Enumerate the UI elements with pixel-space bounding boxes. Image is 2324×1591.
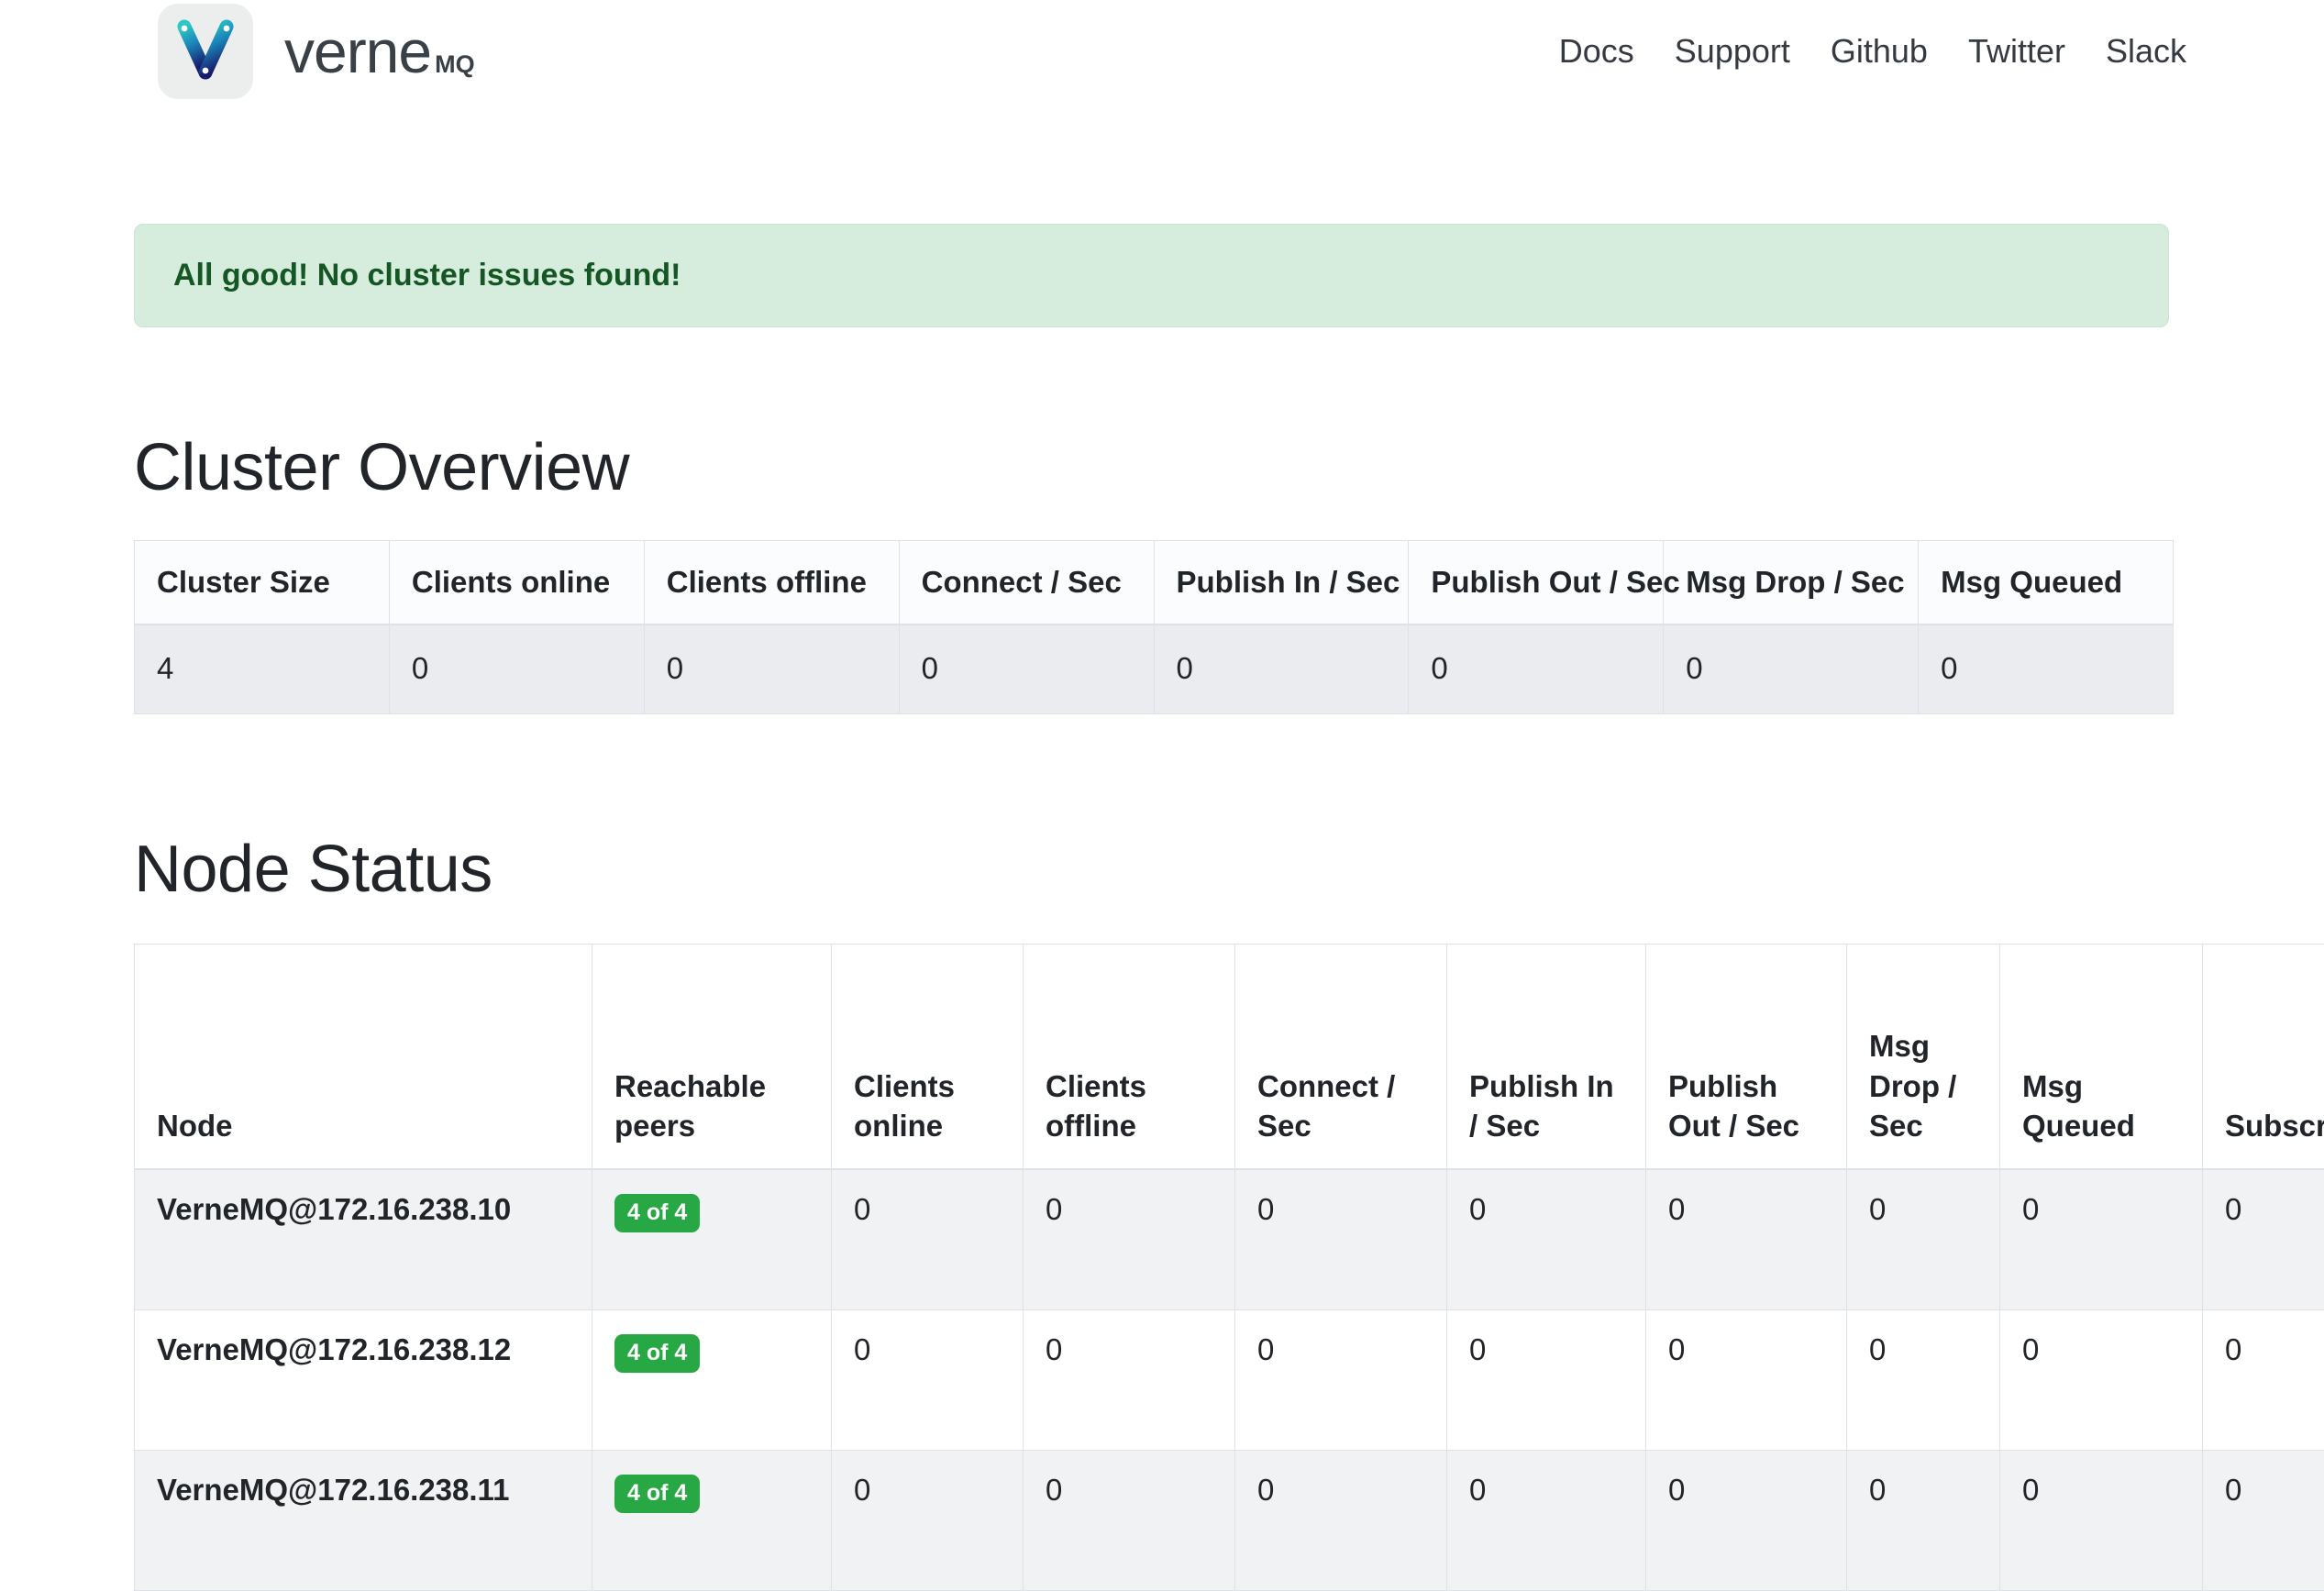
cell-clients-offline: 0: [1024, 1310, 1235, 1451]
table-row: VerneMQ@172.16.238.11 4 of 4 0 0 0 0 0 0…: [135, 1451, 2324, 1591]
col-publish-in-per-sec: Publish In / Sec: [1447, 945, 1646, 1170]
cell-clients-offline: 0: [1024, 1169, 1235, 1310]
brand-suffix: MQ: [435, 52, 475, 77]
col-clients-offline: Clients offline: [644, 541, 899, 625]
cell-reachable-peers: 4 of 4: [592, 1451, 832, 1591]
col-msg-drop-per-sec: Msg Drop / Sec: [1847, 945, 2000, 1170]
col-publish-out-per-sec: Publish Out / Sec: [1409, 541, 1664, 625]
cell-clients-online: 0: [389, 624, 644, 714]
table-header-row: Node Reachable peers Clients online Clie…: [135, 945, 2324, 1170]
cell-publish-out-per-sec: 0: [1646, 1451, 1847, 1591]
cell-msg-queued: 0: [1919, 624, 2174, 714]
nav-link-docs[interactable]: Docs: [1559, 32, 1634, 71]
col-cluster-size: Cluster Size: [135, 541, 390, 625]
cell-node-name: VerneMQ@172.16.238.11: [135, 1451, 592, 1591]
node-status-table-scroll-area[interactable]: Node Reachable peers Clients online Clie…: [134, 944, 2324, 1591]
brand-wordmark: verne MQ: [284, 21, 475, 82]
cell-connect-per-sec: 0: [1235, 1451, 1447, 1591]
cell-connect-per-sec: 0: [1235, 1310, 1447, 1451]
table-row: VerneMQ@172.16.238.12 4 of 4 0 0 0 0 0 0…: [135, 1310, 2324, 1451]
col-node: Node: [135, 945, 592, 1170]
nav-link-github[interactable]: Github: [1831, 32, 1928, 71]
cell-node-name: VerneMQ@172.16.238.10: [135, 1169, 592, 1310]
cluster-overview-table: Cluster Size Clients online Clients offl…: [134, 540, 2174, 714]
cell-subscriptions: 0: [2203, 1169, 2324, 1310]
cluster-health-alert: All good! No cluster issues found!: [134, 224, 2169, 327]
table-row: VerneMQ@172.16.238.10 4 of 4 0 0 0 0 0 0…: [135, 1169, 2324, 1310]
cell-msg-queued: 0: [2000, 1451, 2203, 1591]
status-badge: 4 of 4: [614, 1334, 700, 1373]
col-connect-per-sec: Connect / Sec: [1235, 945, 1447, 1170]
cell-clients-offline: 0: [644, 624, 899, 714]
cell-clients-offline: 0: [1024, 1451, 1235, 1591]
cell-reachable-peers: 4 of 4: [592, 1169, 832, 1310]
nav-link-twitter[interactable]: Twitter: [1968, 32, 2065, 71]
cell-msg-queued: 0: [2000, 1310, 2203, 1451]
table-row: 4 0 0 0 0 0 0 0: [135, 624, 2174, 714]
col-publish-in-per-sec: Publish In / Sec: [1154, 541, 1409, 625]
node-status-table-body: VerneMQ@172.16.238.10 4 of 4 0 0 0 0 0 0…: [135, 1169, 2324, 1591]
node-status-title: Node Status: [134, 832, 2324, 907]
cell-publish-in-per-sec: 0: [1154, 624, 1409, 714]
cluster-overview-table-head: Cluster Size Clients online Clients offl…: [135, 541, 2174, 625]
col-clients-offline: Clients offline: [1024, 945, 1235, 1170]
cell-publish-out-per-sec: 0: [1646, 1310, 1847, 1451]
cell-subscriptions: 0: [2203, 1310, 2324, 1451]
cell-msg-drop-per-sec: 0: [1847, 1169, 2000, 1310]
cluster-overview-table-body: 4 0 0 0 0 0 0 0: [135, 624, 2174, 714]
table-header-row: Cluster Size Clients online Clients offl…: [135, 541, 2174, 625]
status-badge: 4 of 4: [614, 1194, 700, 1232]
col-msg-queued: Msg Queued: [2000, 945, 2203, 1170]
col-reachable-peers: Reachable peers: [592, 945, 832, 1170]
col-clients-online: Clients online: [832, 945, 1024, 1170]
primary-nav: Docs Support Github Twitter Slack: [1559, 32, 2186, 71]
main-content: All good! No cluster issues found! Clust…: [0, 224, 2324, 1591]
cell-publish-out-per-sec: 0: [1646, 1169, 1847, 1310]
cell-subscriptions: 0: [2203, 1451, 2324, 1591]
cell-publish-in-per-sec: 0: [1447, 1310, 1646, 1451]
node-status-table: Node Reachable peers Clients online Clie…: [134, 944, 2324, 1591]
node-status-section-header: Node Status: [134, 832, 2324, 907]
cell-clients-online: 0: [832, 1310, 1024, 1451]
vernemq-v-logo-icon: [158, 4, 253, 99]
cell-msg-drop-per-sec: 0: [1847, 1310, 2000, 1451]
cell-node-name: VerneMQ@172.16.238.12: [135, 1310, 592, 1451]
col-msg-drop-per-sec: Msg Drop / Sec: [1664, 541, 1919, 625]
cell-msg-drop-per-sec: 0: [1847, 1451, 2000, 1591]
cell-msg-queued: 0: [2000, 1169, 2203, 1310]
col-clients-online: Clients online: [389, 541, 644, 625]
top-navbar: verne MQ Docs Support Github Twitter Sla…: [0, 0, 2324, 103]
cluster-overview-section-header: Cluster Overview: [134, 430, 2324, 505]
cell-publish-out-per-sec: 0: [1409, 624, 1664, 714]
cell-clients-online: 0: [832, 1169, 1024, 1310]
nav-link-slack[interactable]: Slack: [2106, 32, 2186, 71]
col-publish-out-per-sec: Publish Out / Sec: [1646, 945, 1847, 1170]
cell-clients-online: 0: [832, 1451, 1024, 1591]
col-subscriptions: Subscriptions: [2203, 945, 2324, 1170]
cell-publish-in-per-sec: 0: [1447, 1451, 1646, 1591]
node-status-table-head: Node Reachable peers Clients online Clie…: [135, 945, 2324, 1170]
brand-name: verne: [284, 21, 431, 82]
status-badge: 4 of 4: [614, 1475, 700, 1513]
brand-logo-link[interactable]: verne MQ: [158, 4, 475, 99]
cell-connect-per-sec: 0: [899, 624, 1154, 714]
col-msg-queued: Msg Queued: [1919, 541, 2174, 625]
cell-publish-in-per-sec: 0: [1447, 1169, 1646, 1310]
cell-reachable-peers: 4 of 4: [592, 1310, 832, 1451]
col-connect-per-sec: Connect / Sec: [899, 541, 1154, 625]
cell-cluster-size: 4: [135, 624, 390, 714]
cluster-overview-title: Cluster Overview: [134, 430, 2324, 505]
cell-msg-drop-per-sec: 0: [1664, 624, 1919, 714]
nav-link-support[interactable]: Support: [1675, 32, 1790, 71]
cell-connect-per-sec: 0: [1235, 1169, 1447, 1310]
